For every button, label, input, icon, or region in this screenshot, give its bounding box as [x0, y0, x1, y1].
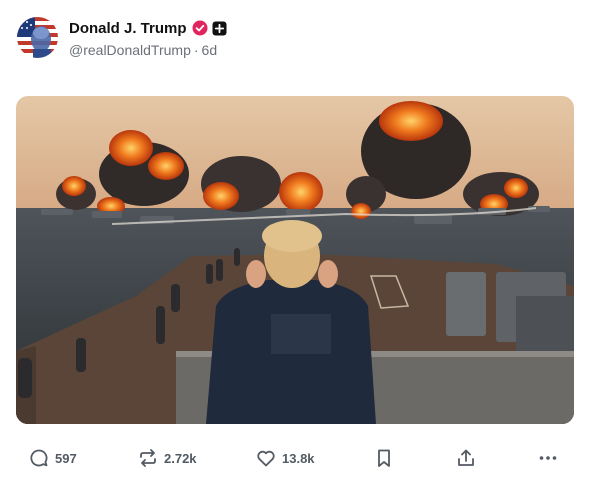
post-card: Donald J. Trump @realDonaldTrump · 6d 59…: [0, 0, 589, 498]
share-button[interactable]: [455, 440, 477, 476]
share-icon: [455, 447, 477, 469]
follow-plus-icon[interactable]: [212, 21, 227, 36]
more-dots-icon: [537, 447, 559, 469]
reply-icon: [28, 447, 50, 469]
meta-separator: ·: [193, 42, 199, 58]
name-row: Donald J. Trump: [69, 18, 227, 38]
heart-icon: [255, 447, 277, 469]
reply-count: 597: [55, 450, 77, 466]
like-button[interactable]: 13.8k: [255, 440, 315, 476]
more-options-button[interactable]: [537, 440, 559, 476]
author-block: Donald J. Trump @realDonaldTrump · 6d: [69, 18, 227, 58]
repost-icon: [137, 447, 159, 469]
like-count: 13.8k: [282, 450, 315, 466]
display-name[interactable]: Donald J. Trump: [69, 20, 187, 37]
author-handle[interactable]: @realDonaldTrump: [69, 42, 191, 58]
post-age[interactable]: 6d: [202, 42, 218, 58]
verified-check-icon: [192, 20, 208, 36]
author-avatar[interactable]: [17, 17, 58, 58]
repost-count: 2.72k: [164, 450, 197, 466]
meta-row: @realDonaldTrump · 6d: [69, 42, 227, 58]
reply-button[interactable]: 597: [28, 440, 77, 476]
repost-button[interactable]: 2.72k: [137, 440, 197, 476]
bookmark-button[interactable]: [373, 440, 395, 476]
post-image[interactable]: [16, 96, 574, 424]
bookmark-icon: [373, 447, 395, 469]
action-bar: 597 2.72k 13.8k: [0, 440, 589, 476]
naval-battle-illustration: [16, 96, 574, 424]
